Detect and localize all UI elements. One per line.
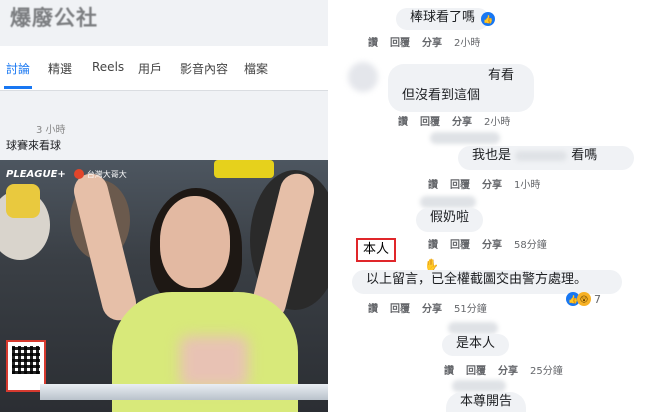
commenter-avatar[interactable] xyxy=(348,62,378,92)
comment-bubble: 是本人 xyxy=(442,334,510,356)
blurred-username xyxy=(448,322,498,334)
share-link[interactable]: 分享 xyxy=(422,34,442,49)
comment-actions: 讚 回覆 分享 2小時 xyxy=(368,34,480,49)
comment-time: 51分鐘 xyxy=(454,304,487,315)
tab-members[interactable]: 用戶 xyxy=(138,60,162,77)
team-name: 台灣大哥大 xyxy=(86,169,127,179)
blurred-text xyxy=(515,150,568,161)
blurred-username xyxy=(430,132,500,144)
league-logo: PLEAGUE+ xyxy=(6,168,66,180)
blurred-username xyxy=(452,380,506,392)
comment-bubble: 本尊開告 xyxy=(446,392,527,412)
comment-text-line: 但沒看到這個 xyxy=(402,88,481,103)
highlighted-author-name[interactable]: 本人 xyxy=(356,238,397,262)
censor-blur xyxy=(180,336,248,388)
reply-link[interactable]: 回覆 xyxy=(450,236,470,251)
tab-files[interactable]: 檔案 xyxy=(244,60,268,77)
share-link[interactable]: 分享 xyxy=(482,176,502,191)
comment-actions: 讚 回覆 分享 51分鐘 xyxy=(368,300,487,315)
wow-reaction-icon: 😮 xyxy=(577,292,591,306)
comment-bubble: 棒球看了嗎 xyxy=(396,8,490,30)
comment-text-line: 有看 xyxy=(487,68,514,83)
like-reaction-icon: 👍 xyxy=(481,12,495,26)
comment-time: 25分鐘 xyxy=(530,366,563,377)
comment-text: 以上留言，已全權截圖交由警方處理。 xyxy=(366,272,588,287)
group-tab-bar: 討論 精選 Reels 用戶 影音內容 檔案 xyxy=(0,46,328,91)
tab-featured[interactable]: 精選 xyxy=(48,60,72,77)
tab-discussion[interactable]: 討論 xyxy=(6,60,30,77)
like-link[interactable]: 讚 xyxy=(398,113,408,128)
comment-bubble: 有看 但沒看到這個 xyxy=(388,64,534,112)
team-logo: 台灣大哥大 xyxy=(73,169,127,180)
stadium-railing xyxy=(40,384,328,400)
crowd-yellow-mask xyxy=(6,184,40,218)
comment-text: 我也是 xyxy=(472,148,512,163)
yellow-cap xyxy=(214,160,274,178)
tab-media[interactable]: 影音內容 xyxy=(180,60,228,77)
comment-bubble: 假奶啦 xyxy=(416,208,484,232)
reply-link[interactable]: 回覆 xyxy=(466,362,486,377)
comment-bubble: 以上留言，已全權截圖交由警方處理。 xyxy=(352,270,622,294)
comment-time: 2小時 xyxy=(454,38,481,49)
comment-actions: 讚 回覆 分享 58分鐘 xyxy=(428,236,547,251)
like-link[interactable]: 讚 xyxy=(428,236,438,251)
tab-reels[interactable]: Reels xyxy=(92,60,124,74)
reaction-count: 7 xyxy=(594,292,601,306)
reply-link[interactable]: 回覆 xyxy=(450,176,470,191)
share-link[interactable]: 分享 xyxy=(452,113,472,128)
comment-actions: 讚 回覆 分享 25分鐘 xyxy=(444,362,563,377)
reply-link[interactable]: 回覆 xyxy=(390,300,410,315)
blurred-username xyxy=(420,196,476,208)
like-link[interactable]: 讚 xyxy=(428,176,438,191)
comment-text: 看嗎 xyxy=(571,148,598,163)
like-link[interactable]: 讚 xyxy=(444,362,454,377)
reply-link[interactable]: 回覆 xyxy=(420,113,440,128)
like-link[interactable]: 讚 xyxy=(368,300,378,315)
comment-actions: 讚 回覆 分享 2小時 xyxy=(398,113,510,128)
comment-reactions[interactable]: 👍 😮 7 xyxy=(566,292,601,306)
figure-face xyxy=(160,196,230,288)
share-link[interactable]: 分享 xyxy=(422,300,442,315)
post-text: 球賽來看球 xyxy=(6,139,61,152)
comment-time: 1小時 xyxy=(514,180,541,191)
comment-text: 本尊開告 xyxy=(460,394,513,409)
comment-time: 58分鐘 xyxy=(514,240,547,251)
comment-text: 棒球看了嗎 xyxy=(410,10,476,25)
comment-text: 假奶啦 xyxy=(430,210,470,225)
active-tab-indicator xyxy=(4,86,32,89)
comment-bubble: 我也是 看嗎 xyxy=(458,146,634,170)
share-link[interactable]: 分享 xyxy=(482,236,502,251)
like-link[interactable]: 讚 xyxy=(368,34,378,49)
comment-reactions[interactable]: 👍 xyxy=(481,12,495,26)
broadcast-logo-bar: PLEAGUE+ 台灣大哥大 xyxy=(0,164,127,184)
comment-time: 2小時 xyxy=(484,117,511,128)
group-title: 爆廢公社 xyxy=(10,6,98,30)
reply-link[interactable]: 回覆 xyxy=(390,34,410,49)
facebook-group-panel: 爆廢公社 討論 精選 Reels 用戶 影音內容 檔案 3 小時 球賽來看球 P… xyxy=(0,0,328,412)
share-link[interactable]: 分享 xyxy=(498,362,518,377)
post-timestamp: 3 小時 xyxy=(36,125,66,136)
team-icon xyxy=(73,169,84,179)
comment-text: 是本人 xyxy=(456,336,496,351)
comment-actions: 讚 回覆 分享 1小時 xyxy=(428,176,540,191)
